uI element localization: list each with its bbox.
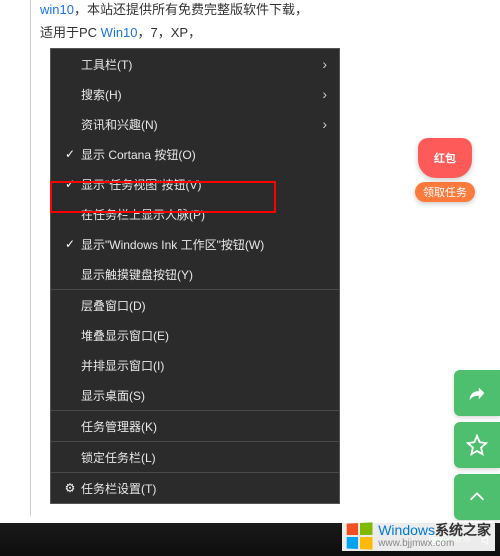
menu-item-6[interactable]: ✓显示"Windows Ink 工作区"按钮(W) <box>51 229 339 259</box>
chevron-right-icon: › <box>322 116 327 132</box>
menu-item-2[interactable]: 资讯和兴趣(N)› <box>51 109 339 139</box>
chevron-right-icon: › <box>322 56 327 72</box>
menu-item-5[interactable]: 在任务栏上显示人脉(P) <box>51 199 339 229</box>
menu-item-14[interactable]: ⚙任务栏设置(T) <box>51 473 339 503</box>
menu-item-label: 工具栏(T) <box>81 56 322 73</box>
menu-item-label: 堆叠显示窗口(E) <box>81 327 327 344</box>
red-envelope-widget[interactable]: 红包 领取任务 <box>412 138 478 202</box>
watermark: Windows系统之家 www.bjjmwx.com <box>342 521 495 551</box>
menu-item-3[interactable]: ✓显示 Cortana 按钮(O) <box>51 139 339 169</box>
menu-item-label: 显示"任务视图"按钮(V) <box>81 176 327 193</box>
chevron-right-icon: › <box>322 86 327 102</box>
menu-item-10[interactable]: 并排显示窗口(I) <box>51 350 339 380</box>
menu-item-label: 任务栏设置(T) <box>81 480 327 497</box>
menu-item-11[interactable]: 显示桌面(S) <box>51 380 339 410</box>
settings-gear-icon: ⚙ <box>59 481 81 495</box>
check-icon: ✓ <box>59 177 81 191</box>
menu-item-9[interactable]: 堆叠显示窗口(E) <box>51 320 339 350</box>
menu-item-label: 显示桌面(S) <box>81 387 327 404</box>
share-icon <box>466 382 488 404</box>
bg-link-win10[interactable]: win10 <box>40 2 74 17</box>
favorite-button[interactable] <box>454 422 500 468</box>
menu-item-12[interactable]: 任务管理器(K) <box>51 411 339 441</box>
menu-item-label: 显示 Cortana 按钮(O) <box>81 146 327 163</box>
menu-item-13[interactable]: 锁定任务栏(L) <box>51 442 339 472</box>
menu-item-label: 搜索(H) <box>81 86 322 103</box>
menu-item-label: 任务管理器(K) <box>81 418 327 435</box>
share-button[interactable] <box>454 370 500 416</box>
bg-link-win10-pc[interactable]: Win10 <box>101 25 138 40</box>
menu-item-label: 在任务栏上显示人脉(P) <box>81 206 327 223</box>
menu-item-label: 并排显示窗口(I) <box>81 357 327 374</box>
red-envelope-badge: 红包 <box>418 138 472 178</box>
scroll-top-button[interactable] <box>454 474 500 520</box>
taskbar-context-menu: 工具栏(T)›搜索(H)›资讯和兴趣(N)›✓显示 Cortana 按钮(O)✓… <box>50 48 340 504</box>
menu-item-label: 资讯和兴趣(N) <box>81 116 322 133</box>
windows-logo-icon <box>347 522 373 549</box>
chevron-up-icon <box>466 486 488 508</box>
check-icon: ✓ <box>59 147 81 161</box>
check-icon: ✓ <box>59 237 81 251</box>
menu-item-7[interactable]: 显示触摸键盘按钮(Y) <box>51 259 339 289</box>
star-icon <box>466 434 488 456</box>
menu-item-label: 显示触摸键盘按钮(Y) <box>81 266 327 283</box>
menu-item-4[interactable]: ✓显示"任务视图"按钮(V) <box>51 169 339 199</box>
menu-item-0[interactable]: 工具栏(T)› <box>51 49 339 79</box>
side-action-buttons <box>454 370 500 520</box>
red-envelope-button[interactable]: 领取任务 <box>415 182 475 202</box>
menu-item-1[interactable]: 搜索(H)› <box>51 79 339 109</box>
background-text: win10，本站还提供所有免费完整版软件下载， 适用于PC Win10，7，XP… <box>0 0 500 44</box>
menu-item-label: 锁定任务栏(L) <box>81 449 327 466</box>
menu-item-label: 层叠窗口(D) <box>81 297 327 314</box>
menu-item-8[interactable]: 层叠窗口(D) <box>51 290 339 320</box>
menu-item-label: 显示"Windows Ink 工作区"按钮(W) <box>81 236 327 253</box>
